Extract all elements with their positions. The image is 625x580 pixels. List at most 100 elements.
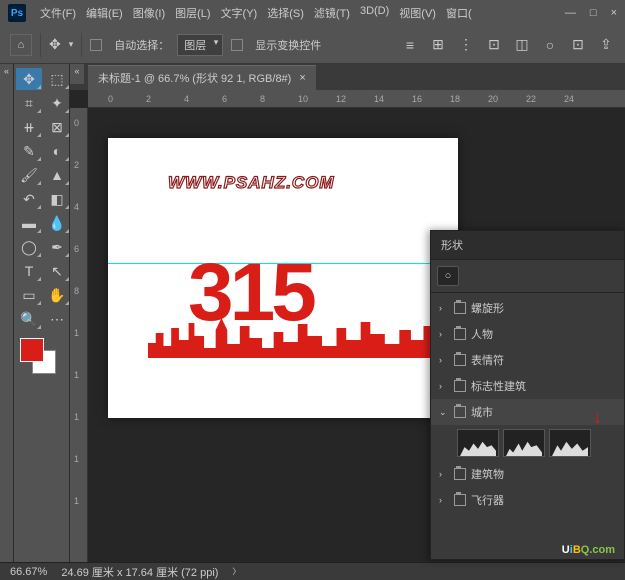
menu-window[interactable]: 窗口( <box>442 2 476 24</box>
align-icon[interactable]: ⋮ <box>457 36 475 54</box>
foreground-swatch[interactable] <box>20 338 44 362</box>
share-icon[interactable]: ⇪ <box>597 36 615 54</box>
chevron-icon: › <box>439 381 449 391</box>
divider <box>40 33 41 57</box>
move-tool[interactable]: ✥ <box>16 68 42 90</box>
tree-item[interactable]: › 人物 <box>431 321 624 347</box>
type-tool[interactable]: T <box>16 260 42 282</box>
folder-icon <box>454 302 466 314</box>
shapes-panel: 形状 ○ ›螺旋形›人物›表情符›标志性建筑⌄城市↓›建筑物›飞行器 <box>430 230 625 560</box>
panel-collapse[interactable]: « <box>0 64 14 562</box>
skyline-shape <box>148 318 438 358</box>
folder-icon <box>454 380 466 392</box>
document-tab[interactable]: 未标题-1 @ 66.7% (形状 92 1, RGB/8#) × <box>88 65 316 90</box>
layer-dropdown[interactable]: 图层 <box>177 34 223 56</box>
gradient-tool[interactable]: ▬ <box>16 212 42 234</box>
chevron-icon: › <box>439 303 449 313</box>
chevron-icon: ⌄ <box>439 407 449 418</box>
search-icon[interactable]: ○ <box>437 266 459 286</box>
tree-item[interactable]: › 建筑物 <box>431 461 624 487</box>
hand-tool[interactable]: ✋ <box>44 284 70 306</box>
chevron-icon: › <box>439 469 449 479</box>
path-tool[interactable]: ↖ <box>44 260 70 282</box>
tree-label: 螺旋形 <box>471 300 504 316</box>
menu-type[interactable]: 文字(Y) <box>217 2 262 24</box>
pen-tool[interactable]: ✒ <box>44 236 70 258</box>
transform-checkbox[interactable] <box>231 38 247 50</box>
shape-tool[interactable]: ▭ <box>16 284 42 306</box>
eraser-tool[interactable]: ◧ <box>44 188 70 210</box>
frame-tool[interactable]: ⊠ <box>44 116 70 138</box>
folder-icon <box>454 494 466 506</box>
ruler-horizontal: 024681012141618202224 <box>88 90 625 108</box>
divider <box>81 33 82 57</box>
tree-item[interactable]: ›标志性建筑 <box>431 373 624 399</box>
dodge-tool[interactable]: ◯ <box>16 236 42 258</box>
blur-tool[interactable]: 💧 <box>44 212 70 234</box>
folder-icon <box>454 328 466 340</box>
menu-image[interactable]: 图像(I) <box>129 2 169 24</box>
marquee-tool[interactable]: ⬚ <box>44 68 70 90</box>
wand-tool[interactable]: ✦ <box>44 92 70 114</box>
align-icon[interactable]: ⊡ <box>485 36 503 54</box>
shape-thumb[interactable] <box>457 429 499 457</box>
close-button[interactable]: × <box>611 7 617 19</box>
3d-icon[interactable]: ◫ <box>513 36 531 54</box>
alignment-icons: ≡ ⊞ ⋮ ⊡ ◫ ○ ⊡ ⇪ <box>401 36 615 54</box>
tree-label: 城市 <box>471 404 493 420</box>
arrow-indicator: ↓ <box>593 407 602 428</box>
watermark-brand: UiBQ.com <box>562 537 615 558</box>
color-swatches[interactable] <box>16 338 67 374</box>
align-icon[interactable]: ≡ <box>401 36 419 54</box>
auto-select-label: 自动选择： <box>114 37 169 53</box>
maximize-button[interactable]: □ <box>590 7 597 19</box>
brush-tool[interactable]: 🖌 <box>16 164 42 186</box>
tree-label: 人物 <box>471 326 493 342</box>
home-icon[interactable]: ⌂ <box>10 34 32 56</box>
menu-filter[interactable]: 滤镜(T) <box>310 2 354 24</box>
panel-title[interactable]: 形状 <box>431 231 624 260</box>
menu-3d[interactable]: 3D(D) <box>356 2 393 24</box>
tree-item[interactable]: › 螺旋形 <box>431 295 624 321</box>
tab-close-icon[interactable]: × <box>299 72 305 84</box>
zoom-tool[interactable]: 🔍 <box>16 308 42 330</box>
eyedropper-tool[interactable]: ✎ <box>16 140 42 162</box>
heal-tool[interactable]: ◐ <box>44 140 70 162</box>
panel-search-row: ○ <box>431 260 624 293</box>
tree-item[interactable]: ›表情符 <box>431 347 624 373</box>
menu-select[interactable]: 选择(S) <box>263 2 308 24</box>
tree-item[interactable]: ›飞行器 <box>431 487 624 513</box>
tab-strip: 未标题-1 @ 66.7% (形状 92 1, RGB/8#) × <box>70 64 625 90</box>
chevron-icon: › <box>439 355 449 365</box>
tab-title: 未标题-1 @ 66.7% (形状 92 1, RGB/8#) <box>98 70 291 86</box>
auto-select-checkbox[interactable] <box>90 38 106 50</box>
minimize-button[interactable]: — <box>565 7 576 19</box>
menu-view[interactable]: 视图(V) <box>395 2 440 24</box>
move-tool-icon[interactable]: ✥ <box>49 36 61 53</box>
align-icon[interactable]: ⊡ <box>569 36 587 54</box>
options-bar: ⌂ ✥ ▾ 自动选择： 图层 显示变换控件 ≡ ⊞ ⋮ ⊡ ◫ ○ ⊡ ⇪ <box>0 26 625 64</box>
menu-file[interactable]: 文件(F) <box>36 2 80 24</box>
shape-thumb[interactable] <box>549 429 591 457</box>
shape-thumbnails: ↓ <box>431 425 624 461</box>
lasso-tool[interactable]: ⌗ <box>16 92 42 114</box>
history-brush-tool[interactable]: ↶ <box>16 188 42 210</box>
search-icon[interactable]: ○ <box>541 36 559 54</box>
tab-collapse[interactable]: « <box>70 64 84 84</box>
crop-tool[interactable]: ⧺ <box>16 116 42 138</box>
transform-label: 显示变换控件 <box>255 37 321 53</box>
shape-tree: ›螺旋形›人物›表情符›标志性建筑⌄城市↓›建筑物›飞行器 <box>431 293 624 515</box>
window-controls: — □ × <box>565 7 617 19</box>
tree-label: 建筑物 <box>471 466 504 482</box>
tree-label: 飞行器 <box>471 492 504 508</box>
zoom-level[interactable]: 66.67% <box>10 566 47 578</box>
watermark-text: WWW.PSAHZ.COM <box>168 173 335 193</box>
chevron-icon: › <box>439 329 449 339</box>
stamp-tool[interactable]: ▲ <box>44 164 70 186</box>
menu-layer[interactable]: 图层(L) <box>171 2 214 24</box>
menu-edit[interactable]: 编辑(E) <box>82 2 127 24</box>
align-icon[interactable]: ⊞ <box>429 36 447 54</box>
menu-bar: 文件(F) 编辑(E) 图像(I) 图层(L) 文字(Y) 选择(S) 滤镜(T… <box>36 2 476 24</box>
edit-toolbar[interactable]: ⋯ <box>44 308 70 330</box>
shape-thumb[interactable] <box>503 429 545 457</box>
